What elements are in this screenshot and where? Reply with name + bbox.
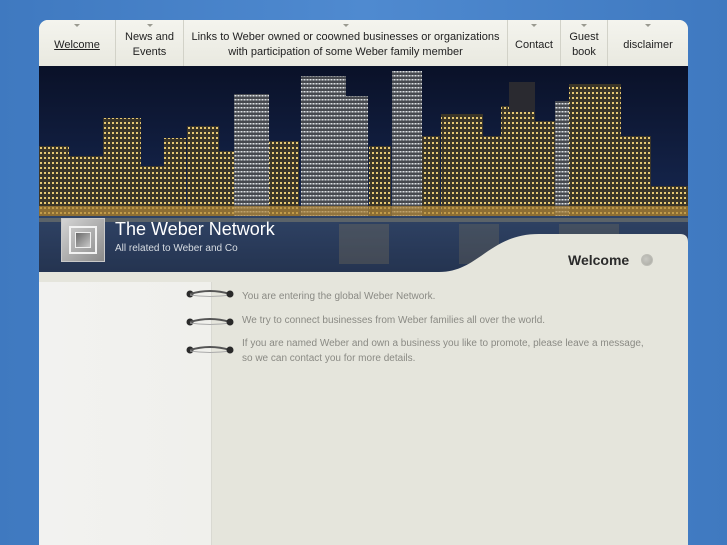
nav-item-links[interactable]: Links to Weber owned or coowned business… bbox=[184, 20, 508, 66]
ring-binder-icon bbox=[186, 318, 234, 326]
nav-item-news-and-events[interactable]: News and Events bbox=[116, 20, 184, 66]
header-banner bbox=[39, 66, 688, 272]
dropdown-caret-icon bbox=[581, 24, 587, 27]
site-logo[interactable] bbox=[61, 218, 105, 262]
nav-item-label: Links to Weber owned or coowned business… bbox=[191, 31, 500, 58]
circle-icon bbox=[641, 254, 653, 266]
nav-item-label: disclaimer bbox=[623, 38, 673, 51]
nav-item-welcome[interactable]: Welcome bbox=[39, 20, 116, 66]
ring-binder-icon bbox=[186, 290, 234, 298]
content-paragraph: If you are named Weber and own a busines… bbox=[242, 338, 644, 364]
nav-item-disclaimer[interactable]: disclaimer bbox=[608, 20, 688, 66]
dropdown-caret-icon bbox=[146, 24, 153, 27]
nav-item-label: Contact bbox=[515, 38, 553, 51]
page-container: Welcome News and Events Links to Weber o… bbox=[39, 20, 688, 545]
dropdown-caret-icon bbox=[645, 24, 651, 27]
content-paragraph: You are entering the global Weber Networ… bbox=[242, 291, 436, 302]
nav-item-guest-book[interactable]: Guest book bbox=[561, 20, 608, 66]
site-title: The Weber Network bbox=[115, 219, 275, 239]
section-heading: Welcome bbox=[568, 252, 630, 268]
dropdown-caret-icon bbox=[342, 24, 349, 27]
city-skyline-image bbox=[39, 66, 688, 272]
ring-binder-icon bbox=[186, 346, 234, 354]
dropdown-caret-icon bbox=[531, 24, 537, 27]
nav-item-label: Guest book bbox=[569, 31, 599, 58]
nav-item-label: Welcome bbox=[54, 38, 100, 51]
site-subtitle: All related to Weber and Co bbox=[115, 243, 238, 254]
dropdown-caret-icon bbox=[74, 24, 80, 27]
content-paragraph: We try to connect businesses from Weber … bbox=[242, 315, 546, 326]
nav-item-label: News and Events bbox=[125, 31, 174, 58]
nav-item-contact[interactable]: Contact bbox=[508, 20, 561, 66]
main-navigation: Welcome News and Events Links to Weber o… bbox=[39, 20, 688, 66]
